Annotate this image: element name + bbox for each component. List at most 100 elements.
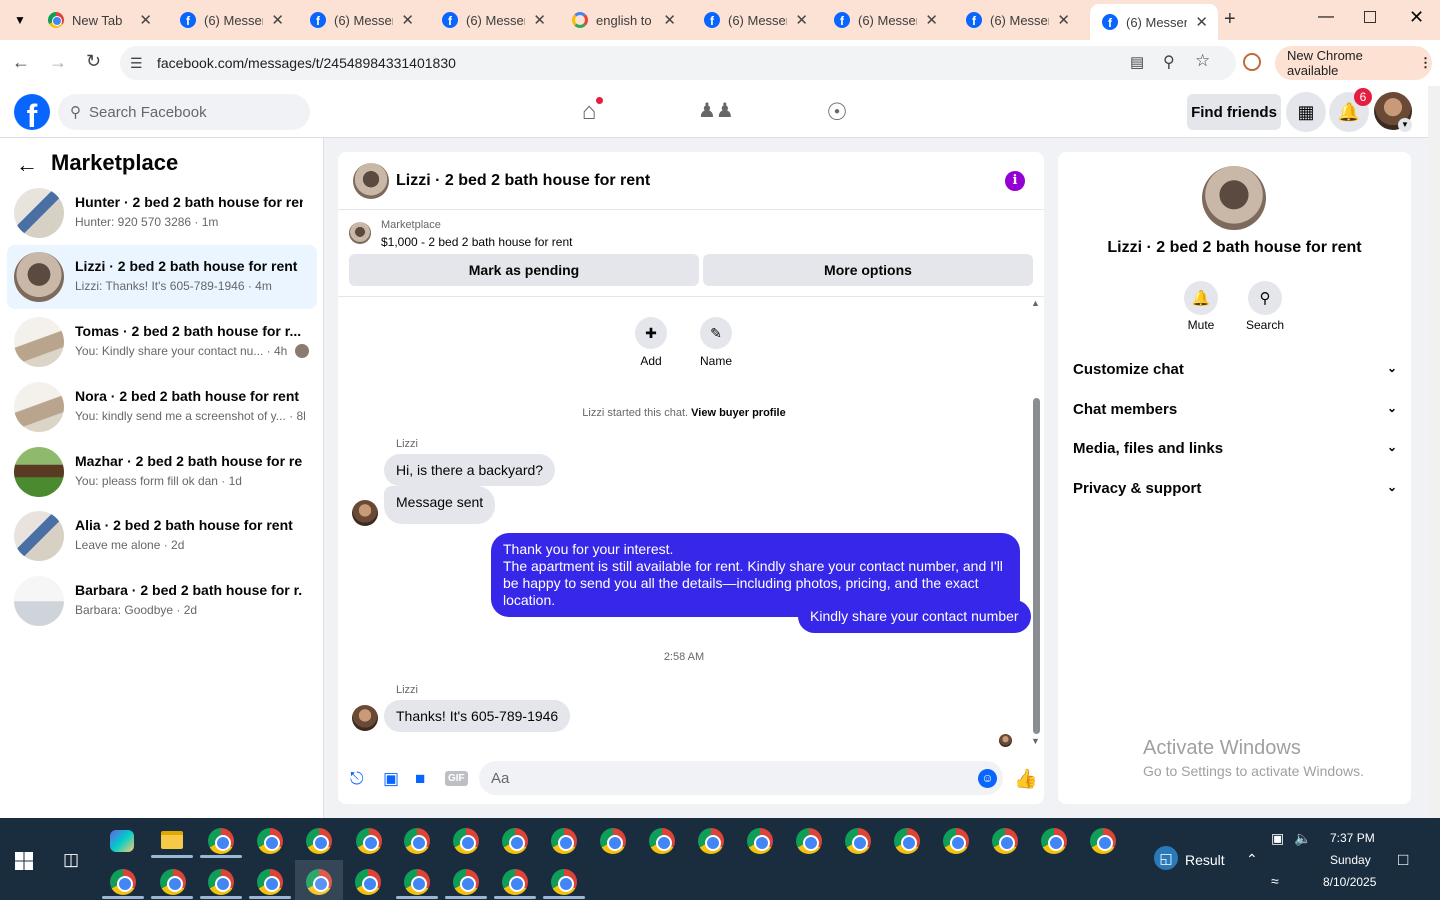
tab-search-button[interactable]: ▼ xyxy=(10,10,30,30)
listing-price-title[interactable]: $1,000 - 2 bed 2 bath house for rent xyxy=(381,235,572,249)
file-explorer-icon[interactable] xyxy=(161,831,183,849)
network-wifi-icon[interactable]: ≈ xyxy=(1271,873,1279,889)
conversation-item[interactable]: Nora · 2 bed 2 bath house for rent You: k… xyxy=(7,375,317,439)
volume-icon[interactable]: 🔈 xyxy=(1294,830,1311,847)
close-tab-icon[interactable]: ✕ xyxy=(271,11,284,29)
zoom-icon[interactable]: ⚲ xyxy=(1163,52,1175,72)
chrome-taskbar-icon[interactable] xyxy=(356,828,382,854)
new-tab-button[interactable]: + xyxy=(1224,8,1236,31)
chrome-taskbar-icon[interactable] xyxy=(551,869,577,895)
friends-icon[interactable]: ♟♟ xyxy=(698,98,734,126)
browser-tab[interactable]: f (6) Messeng ✕ xyxy=(954,4,1080,36)
close-tab-icon[interactable]: ✕ xyxy=(533,11,546,29)
sticker-icon[interactable]: ■ xyxy=(415,769,425,789)
url-text[interactable]: facebook.com/messages/t/2454898433140183… xyxy=(157,55,456,71)
browser-tab[interactable]: New Tab ✕ xyxy=(36,4,162,36)
sender-avatar[interactable] xyxy=(352,705,378,731)
chrome-taskbar-icon[interactable] xyxy=(453,869,479,895)
close-tab-icon[interactable]: ✕ xyxy=(1195,13,1208,31)
minimize-button[interactable]: — xyxy=(1318,8,1334,26)
find-friends-button[interactable]: Find friends xyxy=(1187,94,1281,130)
close-tab-icon[interactable]: ✕ xyxy=(1057,11,1070,29)
listing-thumbnail[interactable] xyxy=(349,222,371,244)
copilot-icon[interactable] xyxy=(110,830,134,852)
task-view-icon[interactable]: ◫ xyxy=(63,850,79,870)
chrome-taskbar-icon[interactable] xyxy=(404,828,430,854)
page-scrollbar[interactable] xyxy=(1428,86,1440,818)
browser-tab[interactable]: f (6) Messeng ✕ xyxy=(692,4,818,36)
incoming-message[interactable]: Message sent xyxy=(384,486,496,524)
forward-button[interactable]: → xyxy=(49,52,67,73)
chrome-taskbar-icon[interactable] xyxy=(551,828,577,854)
chrome-taskbar-icon[interactable] xyxy=(502,869,528,895)
meet-now-icon[interactable]: ▣ xyxy=(1271,830,1284,847)
chrome-taskbar-icon[interactable] xyxy=(943,828,969,854)
close-tab-icon[interactable]: ✕ xyxy=(401,11,414,29)
back-arrow-icon[interactable]: ← xyxy=(16,152,38,178)
show-hidden-icons-chevron[interactable]: ⌃ xyxy=(1246,851,1258,868)
close-tab-icon[interactable]: ✕ xyxy=(925,11,938,29)
maximize-button[interactable] xyxy=(1364,11,1376,23)
conversation-item[interactable]: Tomas · 2 bed 2 bath house for r... You: … xyxy=(7,310,317,374)
chrome-taskbar-icon[interactable] xyxy=(698,828,724,854)
photo-icon[interactable]: ▣ xyxy=(383,769,399,789)
search-facebook-input[interactable]: ⚲ Search Facebook xyxy=(58,94,310,130)
browser-tab[interactable]: f (6) Messeng ✕ xyxy=(430,4,556,36)
search-in-chat-icon[interactable]: ⚲ xyxy=(1248,281,1282,315)
clock-date[interactable]: 8/10/2025 xyxy=(1323,875,1376,889)
info-section-toggle[interactable]: Customize chat ⌄ xyxy=(1073,361,1397,378)
chrome-taskbar-icon[interactable] xyxy=(453,828,479,854)
conversation-item[interactable]: Lizzi · 2 bed 2 bath house for rent Lizzi… xyxy=(7,245,317,309)
outgoing-message[interactable]: Kindly share your contact number xyxy=(798,600,1031,633)
back-button[interactable]: ← xyxy=(12,52,30,73)
chrome-taskbar-icon[interactable] xyxy=(747,828,773,854)
chat-scrollbar-thumb[interactable] xyxy=(1033,398,1040,734)
chrome-taskbar-icon[interactable] xyxy=(160,869,186,895)
conversation-item[interactable]: Barbara · 2 bed 2 bath house for r... Bar… xyxy=(7,569,317,633)
groups-icon[interactable]: ☉ xyxy=(823,98,851,126)
thumbs-up-icon[interactable]: 👍 xyxy=(1014,767,1038,791)
chat-title[interactable]: Lizzi · 2 bed 2 bath house for rent xyxy=(396,172,650,190)
chrome-taskbar-icon[interactable] xyxy=(306,828,332,854)
install-app-icon[interactable]: ▤ xyxy=(1130,53,1144,71)
sender-avatar[interactable] xyxy=(352,500,378,526)
menu-grid-icon[interactable]: ▦ xyxy=(1286,92,1326,132)
chrome-taskbar-icon[interactable] xyxy=(404,869,430,895)
browser-tab[interactable]: f (6) Messeng ✕ xyxy=(822,4,948,36)
message-input[interactable]: Aa xyxy=(479,761,1003,795)
chrome-taskbar-icon[interactable] xyxy=(649,828,675,854)
gif-icon[interactable]: GIF xyxy=(445,771,468,786)
info-section-toggle[interactable]: Media, files and links ⌄ xyxy=(1073,440,1397,457)
chrome-taskbar-icon[interactable] xyxy=(796,828,822,854)
add-person-icon[interactable]: ✚ xyxy=(635,317,667,349)
notification-center-icon[interactable]: □ xyxy=(1398,850,1408,870)
clock-day[interactable]: Sunday xyxy=(1330,853,1371,867)
chrome-taskbar-icon[interactable] xyxy=(110,869,136,895)
contact-avatar[interactable] xyxy=(1202,166,1266,230)
conversation-item[interactable]: Alia · 2 bed 2 bath house for rent Leave … xyxy=(7,504,317,568)
site-info-icon[interactable]: ☰ xyxy=(130,55,143,72)
profile-icon[interactable] xyxy=(1243,53,1261,71)
chrome-taskbar-icon[interactable] xyxy=(845,828,871,854)
info-icon[interactable]: i xyxy=(1005,171,1025,191)
chrome-taskbar-icon[interactable] xyxy=(208,828,234,854)
chrome-taskbar-icon[interactable] xyxy=(502,828,528,854)
chrome-taskbar-icon[interactable] xyxy=(1041,828,1067,854)
mark-as-pending-button[interactable]: Mark as pending xyxy=(349,254,699,286)
chrome-taskbar-icon[interactable] xyxy=(257,828,283,854)
conversation-item[interactable]: Mazhar · 2 bed 2 bath house for re... You… xyxy=(7,440,317,504)
new-chrome-available-button[interactable]: New Chrome available ⋮ xyxy=(1275,46,1432,80)
chrome-taskbar-icon[interactable] xyxy=(894,828,920,854)
address-bar[interactable]: ☰ facebook.com/messages/t/24548984331401… xyxy=(120,46,1236,80)
reload-button[interactable]: ↻ xyxy=(86,51,101,72)
browser-tab[interactable]: f (6) Messeng ✕ xyxy=(168,4,294,36)
chrome-taskbar-icon[interactable] xyxy=(600,828,626,854)
browser-tab[interactable]: english to u ✕ xyxy=(560,4,686,36)
chrome-taskbar-icon[interactable] xyxy=(257,869,283,895)
chat-avatar[interactable] xyxy=(353,163,389,199)
mute-bell-icon[interactable]: 🔔 xyxy=(1184,281,1218,315)
emoji-icon[interactable]: ☺ xyxy=(978,769,997,788)
incoming-message[interactable]: Thanks! It's 605-789-1946 xyxy=(384,700,571,732)
info-section-toggle[interactable]: Privacy & support ⌄ xyxy=(1073,480,1397,497)
chat-scrollbar[interactable]: ▲ ▼ xyxy=(1031,298,1041,746)
